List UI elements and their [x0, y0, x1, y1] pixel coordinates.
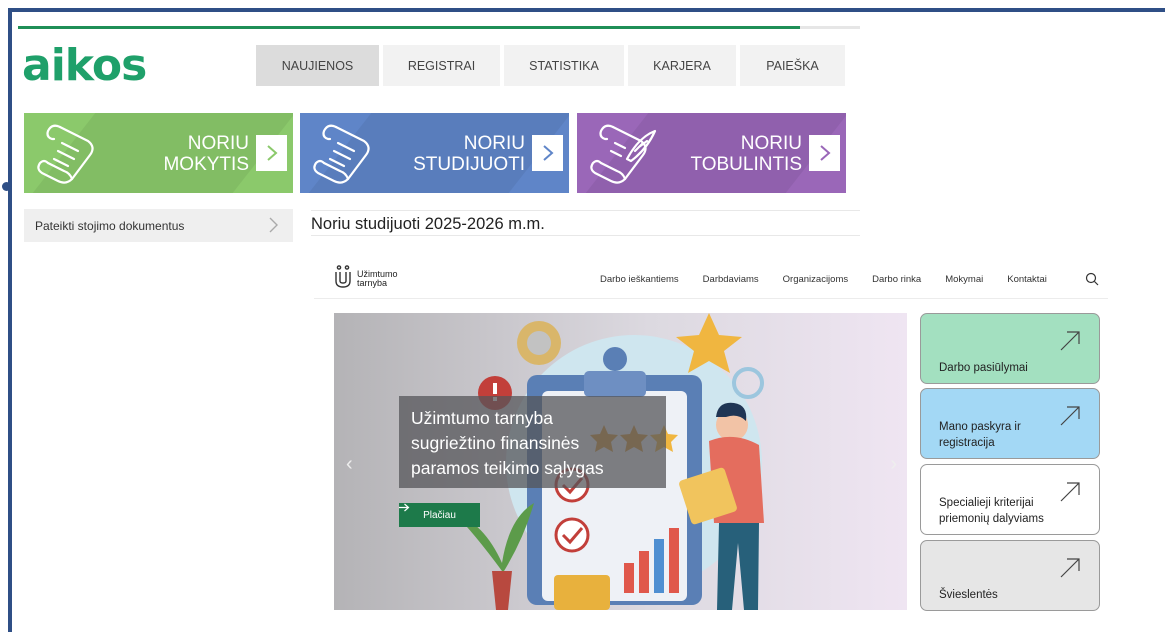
- card-darbo-pasiulymai[interactable]: Darbo pasiūlymai: [920, 313, 1100, 384]
- tile-noriu-tobulintis[interactable]: NORIU TOBULINTIS: [577, 113, 846, 193]
- tile-label: NORIU TOBULINTIS: [690, 133, 802, 175]
- arrow-right-icon: [399, 503, 410, 512]
- nav-tab-statistika[interactable]: STATISTIKA: [504, 45, 624, 86]
- card-specialieji-kriterijai[interactable]: Specialieji kriterijai priemonių dalyviam…: [920, 464, 1100, 535]
- card-label: Darbo pasiūlymai: [939, 362, 1028, 374]
- read-more-button[interactable]: Plačiau: [399, 503, 480, 527]
- arrow-up-right-icon: [1060, 482, 1080, 502]
- embed-nav-darbdaviams[interactable]: Darbdaviams: [703, 274, 759, 285]
- scroll-quill-icon: [590, 124, 657, 184]
- card-label: Mano paskyra ir registracija: [939, 421, 1021, 449]
- frame-border-left: [8, 8, 12, 632]
- chevron-right-icon: [269, 217, 278, 233]
- scroll-icon: [313, 124, 370, 184]
- arrow-up-right-icon: [1060, 406, 1080, 426]
- nav-tab-karjera[interactable]: KARJERA: [628, 45, 736, 86]
- frame-handle: [2, 182, 11, 191]
- nav-tab-naujienos[interactable]: NAUJIENOS: [256, 45, 379, 86]
- frame-border-top: [8, 8, 1165, 12]
- chevron-right-icon[interactable]: [532, 135, 563, 171]
- nav-tab-registrai[interactable]: REGISTRAI: [383, 45, 500, 86]
- tile-label: NORIU MOKYTIS: [163, 133, 249, 175]
- divider: [314, 298, 1108, 299]
- tile-noriu-mokytis[interactable]: NORIU MOKYTIS: [24, 113, 293, 193]
- search-icon[interactable]: [1085, 272, 1099, 286]
- nav-tab-paieska[interactable]: PAIEŠKA: [740, 45, 845, 86]
- main-nav: NAUJIENOS REGISTRAI STATISTIKA KARJERA P…: [256, 45, 845, 86]
- embed-nav-organizacijoms[interactable]: Organizacijoms: [783, 274, 848, 285]
- sidebar-item-submit-documents[interactable]: Pateikti stojimo dokumentus: [24, 209, 293, 242]
- tile-label: NORIU STUDIJUOTI: [413, 133, 525, 175]
- progress-fill: [18, 26, 800, 29]
- hero-caption: Užimtumo tarnyba sugriežtino finansinės …: [399, 396, 666, 488]
- embed-nav-kontaktai[interactable]: Kontaktai: [1007, 274, 1047, 285]
- aikos-logo[interactable]: aikos: [22, 38, 147, 94]
- card-label: Specialieji kriterijai priemonių dalyviam…: [939, 497, 1044, 525]
- uzimtumo-logo-icon[interactable]: [334, 265, 352, 289]
- chevron-right-icon[interactable]: [809, 135, 840, 171]
- arrow-up-right-icon: [1060, 558, 1080, 578]
- embed-nav-darbo-rinka[interactable]: Darbo rinka: [872, 274, 921, 285]
- embed-nav: Darbo ieškantiems Darbdaviams Organizaci…: [600, 274, 1047, 285]
- hero-carousel[interactable]: Užimtumo tarnyba sugriežtino finansinės …: [334, 313, 907, 610]
- scroll-icon: [37, 124, 94, 184]
- card-svieslentes[interactable]: Švieslentės: [920, 540, 1100, 611]
- arrow-up-right-icon: [1060, 331, 1080, 351]
- tile-noriu-studijuoti[interactable]: NORIU STUDIJUOTI: [300, 113, 569, 193]
- embed-nav-darbo-ieskantiems[interactable]: Darbo ieškantiems: [600, 274, 679, 285]
- chevron-right-icon[interactable]: [256, 135, 287, 171]
- embed-nav-mokymai[interactable]: Mokymai: [945, 274, 983, 285]
- carousel-prev-icon[interactable]: ‹: [346, 453, 353, 476]
- uzimtumo-brand[interactable]: Užimtumo tarnyba: [357, 270, 398, 288]
- page-title: Noriu studijuoti 2025-2026 m.m.: [311, 210, 860, 236]
- carousel-next-icon[interactable]: ›: [890, 453, 897, 476]
- card-label: Švieslentės: [939, 589, 998, 601]
- card-mano-paskyra[interactable]: Mano paskyra ir registracija: [920, 388, 1100, 459]
- sidebar-item-label: Pateikti stojimo dokumentus: [35, 218, 185, 233]
